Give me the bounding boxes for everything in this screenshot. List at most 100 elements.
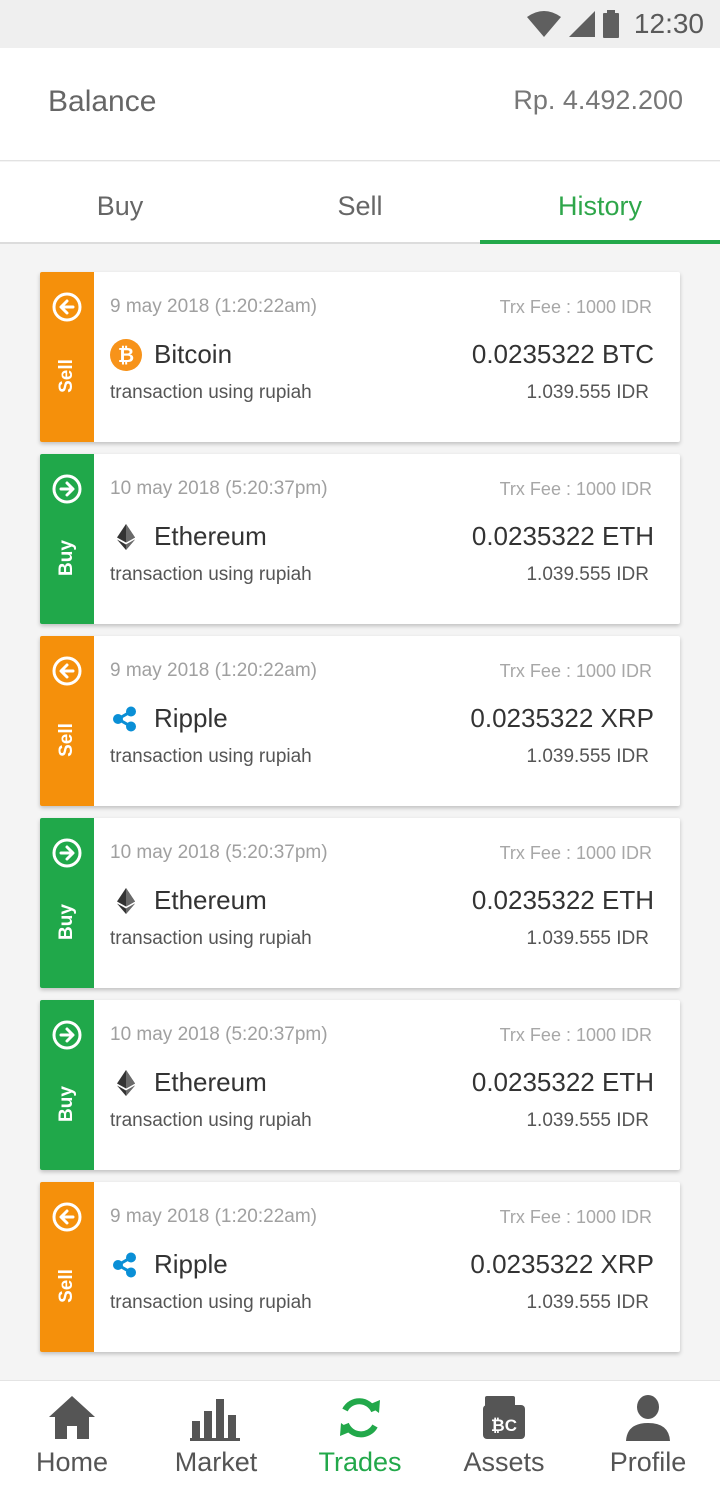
coin-name: Ethereum	[154, 521, 267, 551]
transaction-date: 10 may 2018 (5:20:37pm)	[110, 478, 328, 499]
arrow-left-circle-icon	[52, 656, 82, 686]
trade-tabs: Buy Sell History	[0, 162, 720, 244]
ethereum-icon	[117, 1070, 135, 1096]
transaction-details: 10 may 2018 (5:20:37pm) Trx Fee : 1000 I…	[94, 454, 680, 624]
transaction-card[interactable]: Buy 10 may 2018 (5:20:37pm) Trx Fee : 10…	[40, 454, 680, 624]
bottom-nav: Home Market Trades ₿C Assets Profile	[0, 1380, 720, 1492]
nav-profile[interactable]: Profile	[576, 1381, 720, 1492]
idr-amount: 1.039.555 IDR	[526, 1110, 649, 1131]
transaction-fee: Trx Fee : 1000 IDR	[499, 297, 652, 317]
transaction-date: 9 may 2018 (1:20:22am)	[110, 296, 318, 317]
sell-indicator: Sell	[40, 636, 94, 806]
ethereum-icon	[117, 524, 135, 550]
coin-amount: 0.0235322 BTC	[471, 339, 654, 369]
coin-name: Ethereum	[154, 1067, 267, 1097]
idr-amount: 1.039.555 IDR	[526, 928, 649, 949]
coin-name: Ripple	[154, 1249, 228, 1279]
svg-text:₿: ₿	[118, 345, 134, 367]
sell-indicator: Sell	[40, 272, 94, 442]
transaction-card[interactable]: Sell 9 may 2018 (1:20:22am) Trx Fee : 10…	[40, 636, 680, 806]
idr-amount: 1.039.555 IDR	[526, 746, 649, 767]
transaction-list: Sell 9 may 2018 (1:20:22am) Trx Fee : 10…	[40, 272, 680, 1364]
tab-sell[interactable]: Sell	[240, 162, 480, 242]
tab-history[interactable]: History	[480, 162, 720, 244]
transaction-fee: Trx Fee : 1000 IDR	[499, 843, 652, 863]
nav-label: Market	[174, 1447, 258, 1477]
transaction-details: 10 may 2018 (5:20:37pm) Trx Fee : 1000 I…	[94, 818, 680, 988]
balance-label: Balance	[48, 85, 157, 118]
buy-indicator: Buy	[40, 818, 94, 988]
transaction-card[interactable]: Sell 9 may 2018 (1:20:22am) Trx Fee : 10…	[40, 1182, 680, 1352]
nav-market[interactable]: Market	[144, 1381, 288, 1492]
transaction-card[interactable]: Buy 10 may 2018 (5:20:37pm) Trx Fee : 10…	[40, 818, 680, 988]
bitcoin-icon: ₿	[110, 339, 142, 371]
arrow-left-circle-icon	[52, 1202, 82, 1232]
idr-amount: 1.039.555 IDR	[526, 382, 649, 403]
nav-label: Assets	[463, 1447, 545, 1477]
nav-label: Home	[35, 1447, 109, 1477]
transaction-fee: Trx Fee : 1000 IDR	[499, 661, 652, 681]
wifi-icon	[526, 11, 561, 37]
nav-assets[interactable]: ₿C Assets	[432, 1381, 576, 1492]
sell-indicator: Sell	[40, 1182, 94, 1352]
svg-text:₿C: ₿C	[491, 1416, 517, 1435]
nav-label: Profile	[609, 1447, 687, 1477]
status-icons: 12:30	[526, 8, 704, 40]
status-time: 12:30	[633, 8, 704, 39]
bar-chart-icon	[190, 1399, 240, 1441]
balance-value: Rp. 4.492.200	[513, 85, 683, 115]
transaction-details: 10 may 2018 (5:20:37pm) Trx Fee : 1000 I…	[94, 1000, 680, 1170]
battery-icon	[602, 10, 619, 38]
transaction-note: transaction using rupiah	[110, 746, 312, 767]
refresh-icon	[340, 1398, 380, 1438]
coin-amount: 0.0235322 ETH	[471, 1067, 654, 1097]
arrow-right-circle-icon	[52, 838, 82, 868]
user-icon	[626, 1395, 670, 1441]
transaction-type-label: Sell	[56, 723, 77, 757]
wallet-icon: ₿C	[483, 1396, 525, 1439]
coin-name: Ethereum	[154, 885, 267, 915]
nav-label: Trades	[318, 1447, 402, 1477]
transaction-note: transaction using rupiah	[110, 928, 312, 949]
balance-bar: Balance Rp. 4.492.200	[0, 48, 720, 161]
tab-buy[interactable]: Buy	[0, 162, 240, 242]
transaction-note: transaction using rupiah	[110, 564, 312, 585]
transaction-fee: Trx Fee : 1000 IDR	[499, 1025, 652, 1045]
transaction-card[interactable]: Sell 9 may 2018 (1:20:22am) Trx Fee : 10…	[40, 272, 680, 442]
arrow-right-circle-icon	[52, 1020, 82, 1050]
transaction-type-label: Sell	[56, 1269, 77, 1303]
transaction-date: 9 may 2018 (1:20:22am)	[110, 1206, 318, 1227]
status-bar: 12:30	[0, 0, 720, 48]
idr-amount: 1.039.555 IDR	[526, 1292, 649, 1313]
coin-amount: 0.0235322 XRP	[470, 1249, 654, 1279]
buy-indicator: Buy	[40, 1000, 94, 1170]
transaction-fee: Trx Fee : 1000 IDR	[499, 1207, 652, 1227]
nav-trades[interactable]: Trades	[288, 1381, 432, 1492]
transaction-date: 9 may 2018 (1:20:22am)	[110, 660, 318, 681]
transaction-date: 10 may 2018 (5:20:37pm)	[110, 842, 328, 863]
coin-amount: 0.0235322 ETH	[471, 885, 654, 915]
buy-indicator: Buy	[40, 454, 94, 624]
arrow-right-circle-icon	[52, 474, 82, 504]
ethereum-icon	[117, 888, 135, 914]
transaction-fee: Trx Fee : 1000 IDR	[499, 479, 652, 499]
transaction-details: 9 may 2018 (1:20:22am) Trx Fee : 1000 ID…	[94, 636, 680, 806]
transaction-date: 10 may 2018 (5:20:37pm)	[110, 1024, 328, 1045]
transaction-card[interactable]: Buy 10 may 2018 (5:20:37pm) Trx Fee : 10…	[40, 1000, 680, 1170]
coin-name: Bitcoin	[154, 339, 233, 369]
idr-amount: 1.039.555 IDR	[526, 564, 649, 585]
coin-amount: 0.0235322 ETH	[471, 521, 654, 551]
nav-home[interactable]: Home	[0, 1381, 144, 1492]
transaction-details: 9 may 2018 (1:20:22am) Trx Fee : 1000 ID…	[94, 1182, 680, 1352]
ripple-icon	[113, 1252, 136, 1278]
ripple-icon	[113, 706, 136, 732]
transaction-type-label: Sell	[56, 359, 77, 393]
cellular-signal-icon	[568, 11, 595, 37]
transaction-note: transaction using rupiah	[110, 1292, 312, 1313]
transaction-type-label: Buy	[56, 1086, 77, 1122]
transaction-type-label: Buy	[56, 540, 77, 576]
arrow-left-circle-icon	[52, 292, 82, 322]
coin-amount: 0.0235322 XRP	[470, 703, 654, 733]
home-icon	[49, 1396, 95, 1439]
transaction-note: transaction using rupiah	[110, 382, 312, 403]
